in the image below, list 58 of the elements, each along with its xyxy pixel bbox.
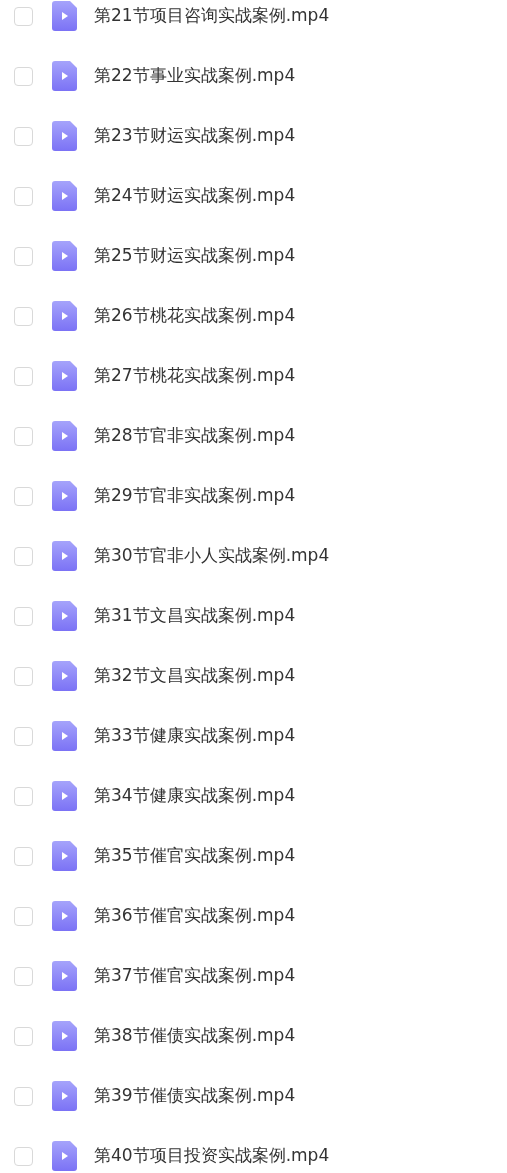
checkbox[interactable] — [14, 306, 33, 326]
video-file-icon — [52, 361, 77, 391]
file-name[interactable]: 第25节财运实战案例.mp4 — [94, 243, 296, 269]
video-file-icon — [52, 121, 77, 151]
video-file-icon — [52, 241, 77, 271]
file-name[interactable]: 第22节事业实战案例.mp4 — [94, 63, 296, 89]
video-file-icon — [52, 601, 77, 631]
file-name[interactable]: 第31节文昌实战案例.mp4 — [94, 603, 296, 629]
video-file-icon — [52, 901, 77, 931]
checkbox[interactable] — [14, 1146, 33, 1166]
checkbox[interactable] — [14, 246, 33, 266]
video-file-icon — [52, 1021, 77, 1051]
video-file-icon — [52, 61, 77, 91]
checkbox[interactable] — [14, 546, 33, 566]
video-file-icon — [52, 421, 77, 451]
checkbox[interactable] — [14, 726, 33, 746]
checkbox[interactable] — [14, 486, 33, 506]
video-file-icon — [52, 781, 77, 811]
checkbox[interactable] — [14, 1026, 33, 1046]
checkbox[interactable] — [14, 426, 33, 446]
checkbox[interactable] — [14, 906, 33, 926]
file-name[interactable]: 第21节项目咨询实战案例.mp4 — [94, 3, 330, 29]
checkbox[interactable] — [14, 6, 33, 26]
checkbox[interactable] — [14, 846, 33, 866]
checkbox[interactable] — [14, 666, 33, 686]
file-name[interactable]: 第29节官非实战案例.mp4 — [94, 483, 296, 509]
file-name[interactable]: 第32节文昌实战案例.mp4 — [94, 663, 296, 689]
file-name[interactable]: 第37节催官实战案例.mp4 — [94, 963, 296, 989]
checkbox[interactable] — [14, 786, 33, 806]
video-file-icon — [52, 541, 77, 571]
file-name[interactable]: 第24节财运实战案例.mp4 — [94, 183, 296, 209]
checkbox[interactable] — [14, 1086, 33, 1106]
file-name[interactable]: 第27节桃花实战案例.mp4 — [94, 363, 296, 389]
video-file-icon — [52, 841, 77, 871]
video-file-icon — [52, 721, 77, 751]
video-file-icon — [52, 481, 77, 511]
checkbox[interactable] — [14, 186, 33, 206]
checkbox[interactable] — [14, 66, 33, 86]
file-name[interactable]: 第36节催官实战案例.mp4 — [94, 903, 296, 929]
file-name[interactable]: 第40节项目投资实战案例.mp4 — [94, 1143, 330, 1169]
file-name[interactable]: 第30节官非小人实战案例.mp4 — [94, 543, 330, 569]
checkbox[interactable] — [14, 966, 33, 986]
video-file-icon — [52, 661, 77, 691]
checkbox[interactable] — [14, 126, 33, 146]
video-file-icon — [52, 961, 77, 991]
video-file-icon — [52, 1081, 77, 1111]
checkbox[interactable] — [14, 366, 33, 386]
file-name[interactable]: 第35节催官实战案例.mp4 — [94, 843, 296, 869]
file-name[interactable]: 第33节健康实战案例.mp4 — [94, 723, 296, 749]
file-name[interactable]: 第38节催债实战案例.mp4 — [94, 1023, 296, 1049]
file-name[interactable]: 第34节健康实战案例.mp4 — [94, 783, 296, 809]
video-file-icon — [52, 181, 77, 211]
file-name[interactable]: 第39节催债实战案例.mp4 — [94, 1083, 296, 1109]
checkbox[interactable] — [14, 606, 33, 626]
file-name[interactable]: 第23节财运实战案例.mp4 — [94, 123, 296, 149]
video-file-icon — [52, 301, 77, 331]
file-name[interactable]: 第26节桃花实战案例.mp4 — [94, 303, 296, 329]
file-name[interactable]: 第28节官非实战案例.mp4 — [94, 423, 296, 449]
